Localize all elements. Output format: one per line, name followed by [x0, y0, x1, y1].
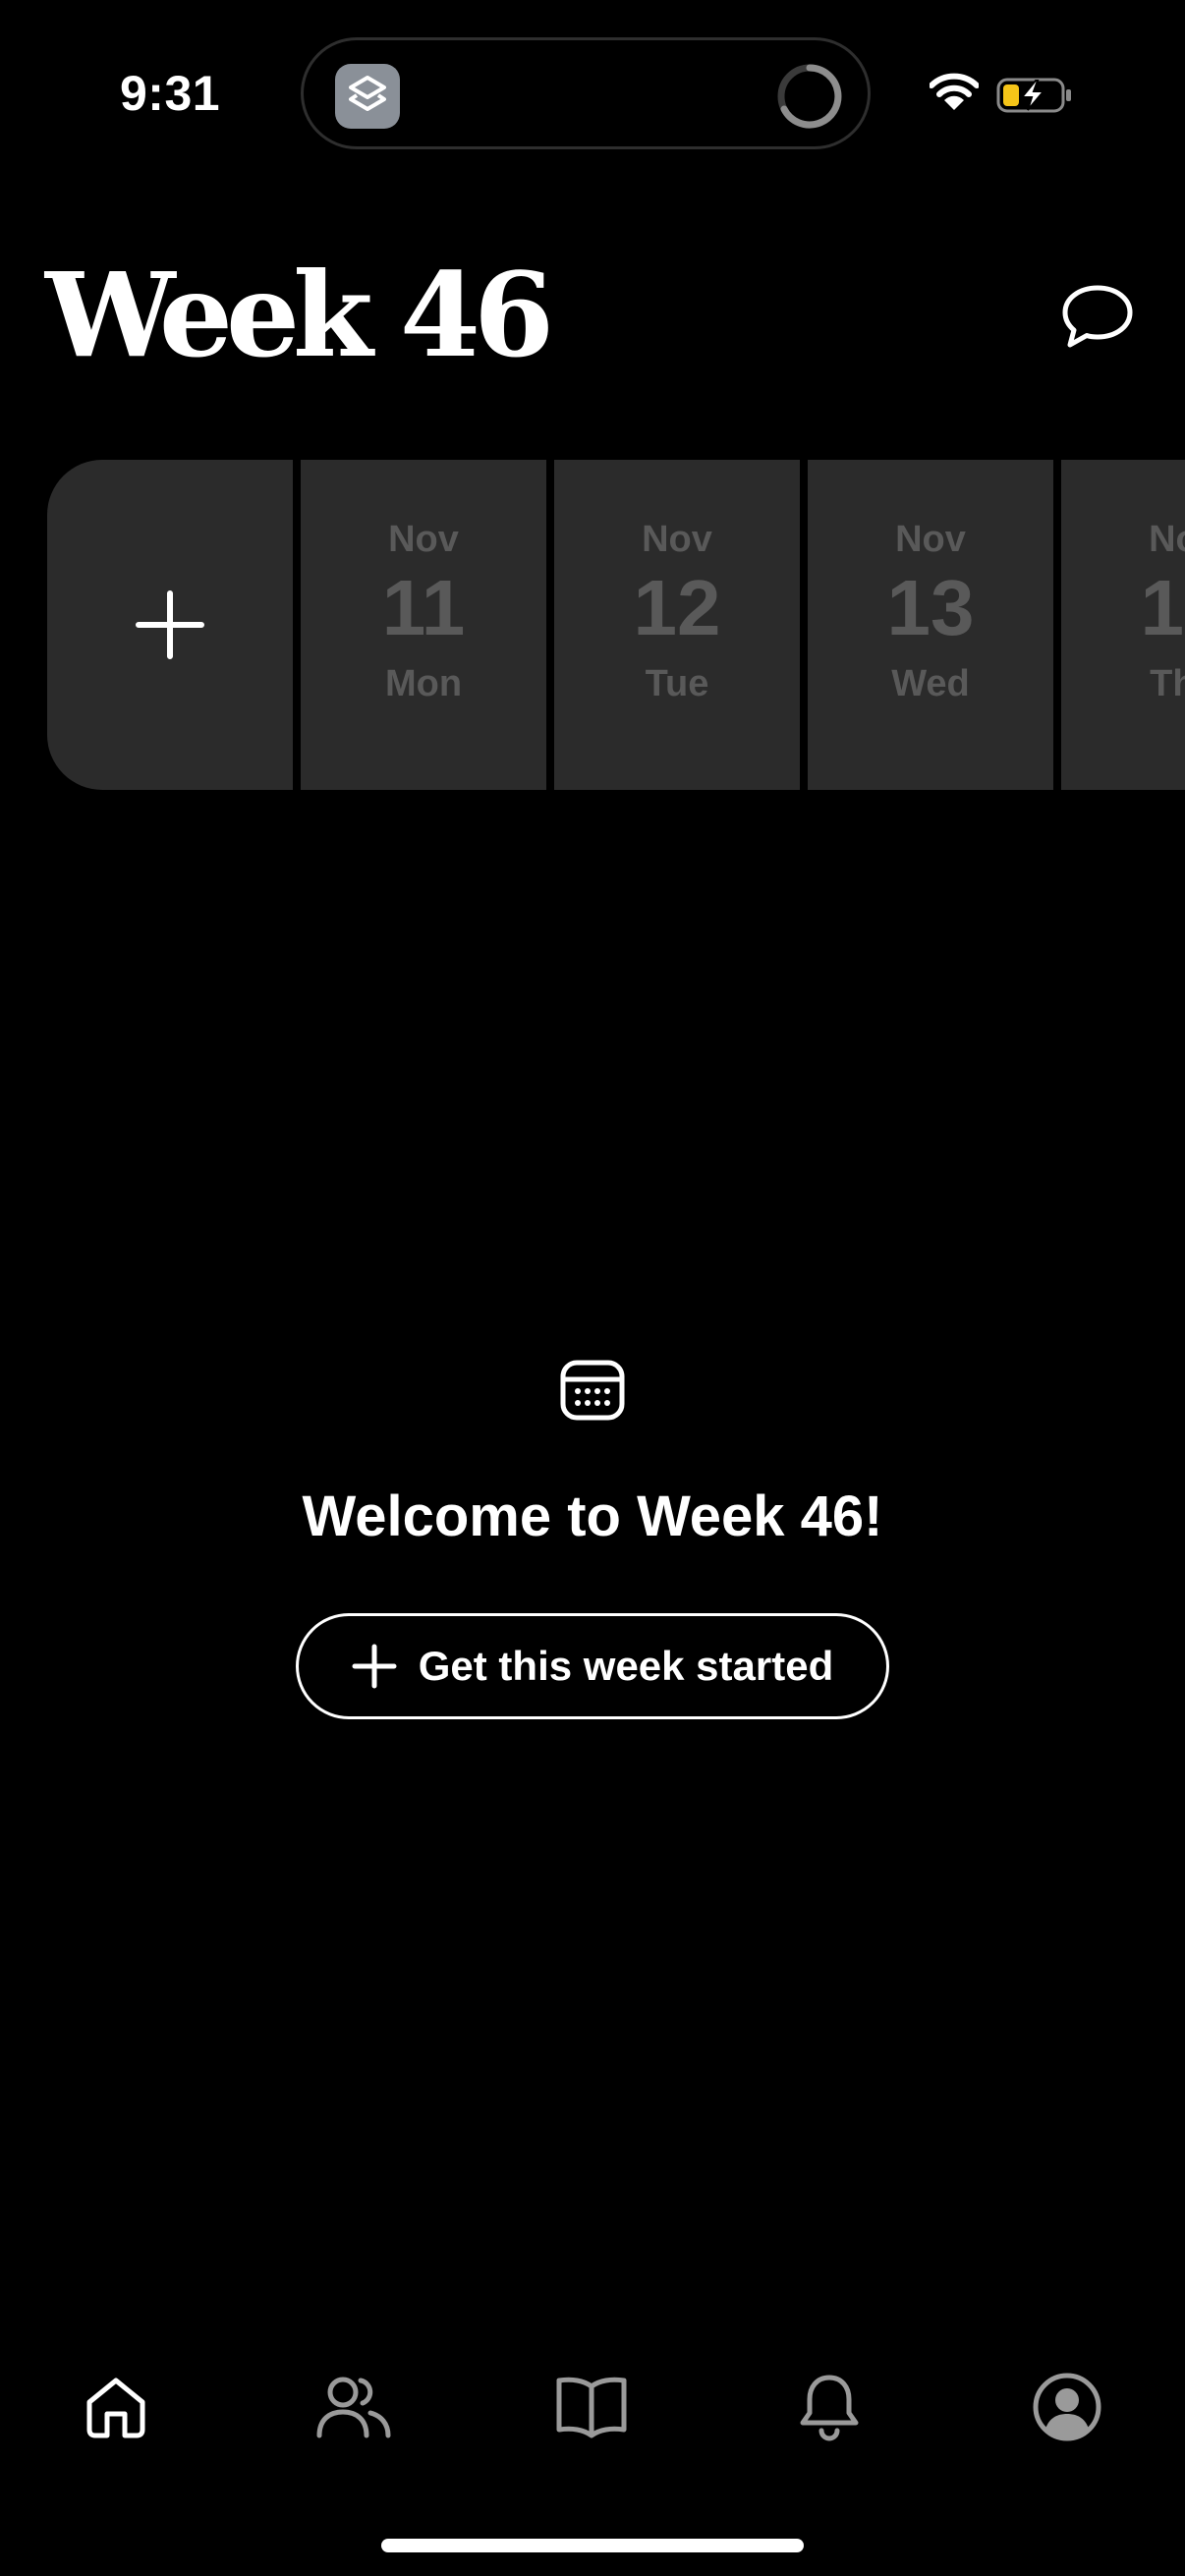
- day-month: Nov: [895, 519, 966, 560]
- tab-profile[interactable]: [1026, 2366, 1108, 2448]
- day-number: 11: [381, 564, 466, 651]
- profile-icon: [1033, 2373, 1101, 2441]
- loading-spinner-icon: [777, 64, 842, 129]
- tab-home[interactable]: [75, 2366, 157, 2448]
- add-day-button[interactable]: [47, 460, 293, 790]
- day-weekday: Wed: [891, 663, 970, 704]
- day-month: Nov: [642, 519, 712, 560]
- day-card-nov-13[interactable]: Nov 13 Wed: [808, 460, 1053, 790]
- speech-bubble-icon: [1062, 285, 1133, 348]
- day-strip[interactable]: Nov 11 Mon Nov 12 Tue Nov 13 Wed Nov 14 …: [47, 460, 1185, 790]
- shortcuts-layers-icon: [335, 64, 400, 129]
- tab-notifications[interactable]: [788, 2366, 871, 2448]
- day-number: 12: [633, 564, 721, 651]
- day-month: Nov: [388, 519, 459, 560]
- day-weekday: Mon: [384, 663, 463, 704]
- book-icon: [556, 2377, 627, 2438]
- day-weekday: Thu: [1150, 663, 1185, 704]
- calendar-icon: [560, 1360, 625, 1421]
- welcome-heading: Welcome to Week 46!: [302, 1484, 883, 1548]
- chat-button[interactable]: [1053, 277, 1142, 356]
- day-number: 13: [886, 564, 975, 651]
- plus-icon: [136, 590, 204, 659]
- home-indicator[interactable]: [381, 2539, 804, 2552]
- day-month: Nov: [1149, 519, 1185, 560]
- plus-icon: [352, 1644, 397, 1689]
- tab-people[interactable]: [312, 2366, 395, 2448]
- day-card-nov-12[interactable]: Nov 12 Tue: [554, 460, 800, 790]
- home-icon: [86, 2378, 145, 2438]
- page-title: Week 46: [45, 247, 554, 383]
- day-card-nov-11[interactable]: Nov 11 Mon: [301, 460, 546, 790]
- bell-icon: [800, 2375, 859, 2441]
- day-number: 14: [1140, 564, 1185, 651]
- start-week-label: Get this week started: [418, 1643, 834, 1689]
- battery-charging-icon: [996, 78, 1071, 113]
- wifi-icon: [930, 73, 979, 110]
- tab-journal[interactable]: [550, 2366, 633, 2448]
- day-card-nov-14[interactable]: Nov 14 Thu: [1061, 460, 1185, 790]
- start-week-button[interactable]: Get this week started: [296, 1613, 889, 1719]
- dynamic-island[interactable]: [301, 37, 871, 149]
- people-icon: [316, 2377, 391, 2438]
- day-weekday: Tue: [645, 663, 709, 704]
- status-time: 9:31: [120, 66, 221, 121]
